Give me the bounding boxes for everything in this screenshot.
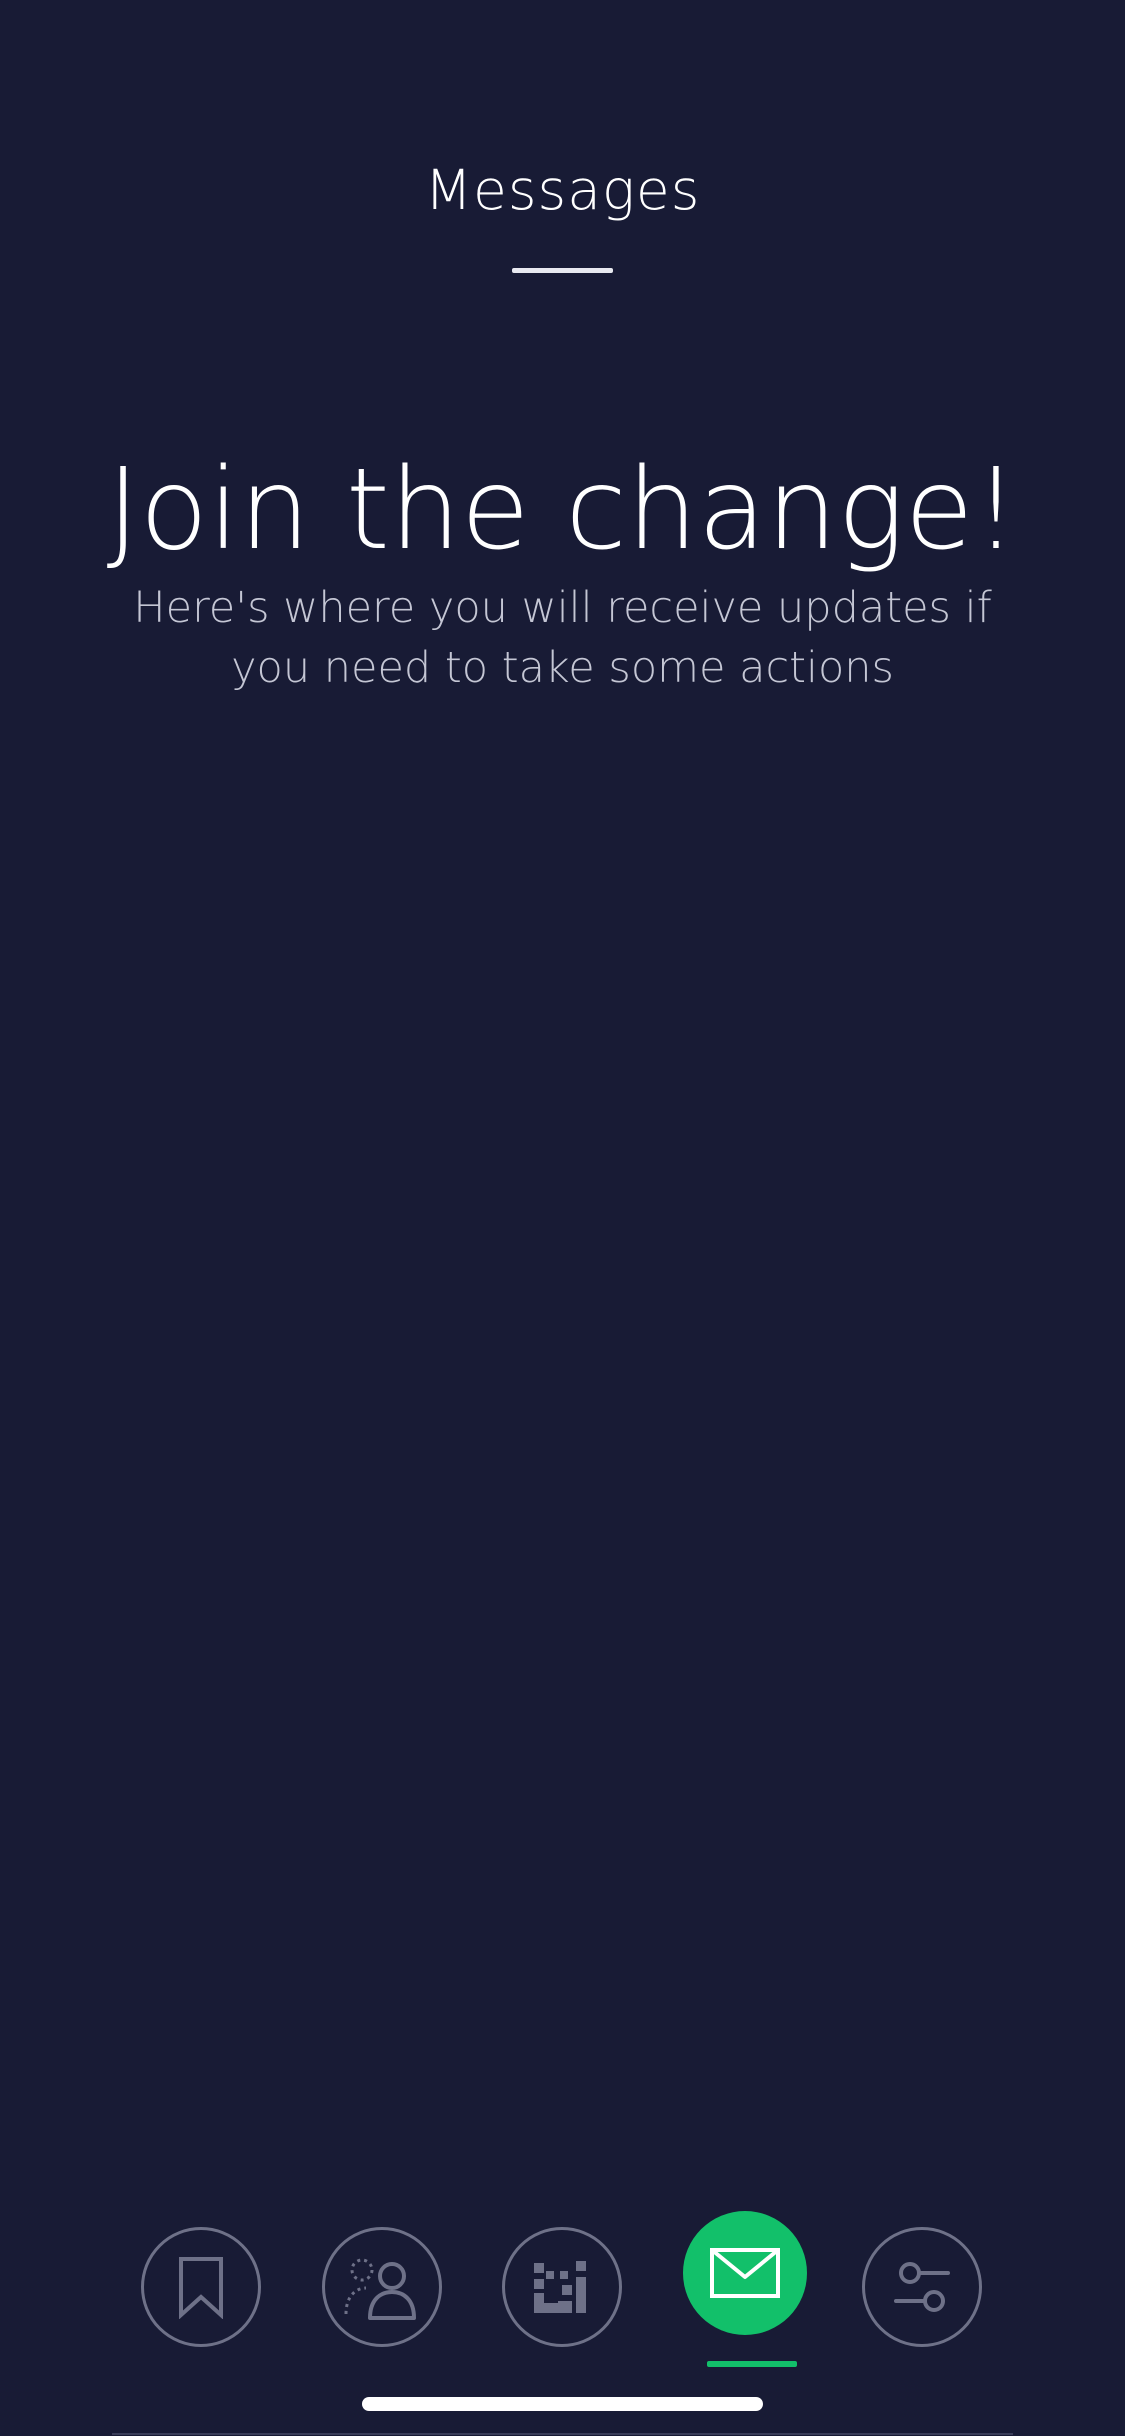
people-icon [344,2258,416,2320]
qr-code-icon [534,2261,586,2313]
home-indicator[interactable] [362,2397,763,2411]
title-underline [512,268,613,273]
tab-messages[interactable] [683,2211,807,2335]
empty-state-title: Join the change! [106,445,1019,575]
bottom-tab-bar [0,2208,1125,2358]
sliders-icon [894,2262,950,2312]
tab-people[interactable] [322,2227,442,2347]
active-tab-indicator [707,2361,797,2367]
bottom-divider [112,2433,1013,2435]
page-title: Messages [424,158,701,222]
bookmark-icon [179,2257,223,2319]
envelope-icon [710,2248,780,2298]
tab-scan[interactable] [502,2227,622,2347]
empty-state-subtitle: Here's where you will receive updates if… [133,583,992,693]
tab-saved[interactable] [141,2227,261,2347]
tab-settings[interactable] [862,2227,982,2347]
